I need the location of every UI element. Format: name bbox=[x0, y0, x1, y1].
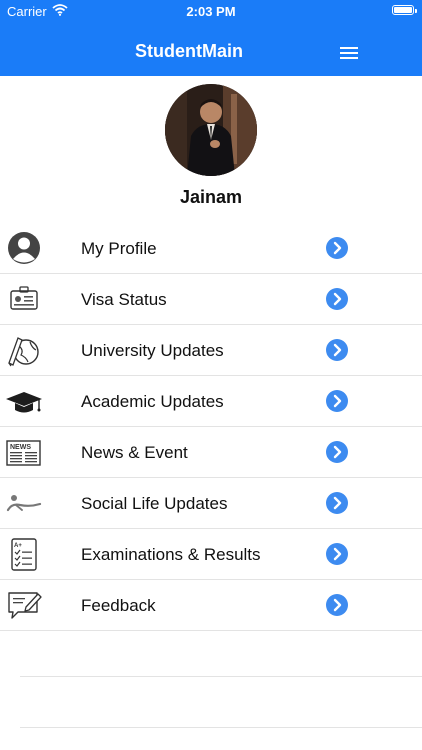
menu-item-label: My Profile bbox=[81, 239, 157, 258]
menu-item-label: Social Life Updates bbox=[81, 494, 228, 513]
newspaper-icon: NEWS bbox=[6, 435, 42, 469]
menu-list: My Profile Visa Status University Update… bbox=[0, 223, 422, 631]
chevron-right-icon[interactable] bbox=[326, 492, 348, 514]
battery-icon bbox=[392, 5, 417, 15]
hamburger-menu-button[interactable] bbox=[338, 44, 360, 60]
menu-item-visa-status[interactable]: Visa Status bbox=[0, 274, 422, 325]
page-title: StudentMain bbox=[135, 41, 243, 61]
menu-item-label: Academic Updates bbox=[81, 392, 224, 411]
menu-item-news-event[interactable]: NEWS News & Event bbox=[0, 427, 422, 478]
chevron-right-icon[interactable] bbox=[326, 237, 348, 259]
social-figure-icon bbox=[6, 486, 42, 520]
chevron-right-icon[interactable] bbox=[326, 390, 348, 412]
menu-item-feedback[interactable]: Feedback bbox=[0, 580, 422, 631]
navigation-bar: Carrier 2:03 PM StudentMain bbox=[0, 0, 422, 76]
id-card-icon bbox=[6, 282, 42, 316]
avatar[interactable] bbox=[165, 84, 257, 176]
menu-item-university-updates[interactable]: University Updates bbox=[0, 325, 422, 376]
chevron-right-icon[interactable] bbox=[326, 339, 348, 361]
chevron-right-icon[interactable] bbox=[326, 594, 348, 616]
menu-item-label: News & Event bbox=[81, 443, 188, 462]
menu-item-label: Visa Status bbox=[81, 290, 167, 309]
checklist-icon: A+ bbox=[6, 537, 42, 571]
menu-item-my-profile[interactable]: My Profile bbox=[0, 223, 422, 274]
chevron-right-icon[interactable] bbox=[326, 288, 348, 310]
chevron-right-icon[interactable] bbox=[326, 543, 348, 565]
row-divider bbox=[20, 676, 422, 677]
menu-item-label: University Updates bbox=[81, 341, 224, 360]
user-icon bbox=[6, 231, 42, 265]
row-divider bbox=[20, 727, 422, 728]
status-bar: Carrier 2:03 PM bbox=[0, 0, 422, 24]
menu-item-social-life-updates[interactable]: Social Life Updates bbox=[0, 478, 422, 529]
chevron-right-icon[interactable] bbox=[326, 441, 348, 463]
profile-name: Jainam bbox=[179, 187, 243, 207]
feedback-icon bbox=[6, 588, 42, 622]
menu-item-academic-updates[interactable]: Academic Updates bbox=[0, 376, 422, 427]
globe-pen-icon bbox=[6, 333, 42, 367]
menu-item-label: Feedback bbox=[81, 596, 156, 615]
menu-item-label: Examinations & Results bbox=[81, 545, 261, 564]
svg-text:A+: A+ bbox=[14, 543, 22, 549]
menu-item-examinations-results[interactable]: A+ Examinations & Results bbox=[0, 529, 422, 580]
graduation-cap-icon bbox=[6, 384, 42, 418]
svg-text:NEWS: NEWS bbox=[10, 444, 31, 451]
status-time: 2:03 PM bbox=[186, 4, 236, 19]
